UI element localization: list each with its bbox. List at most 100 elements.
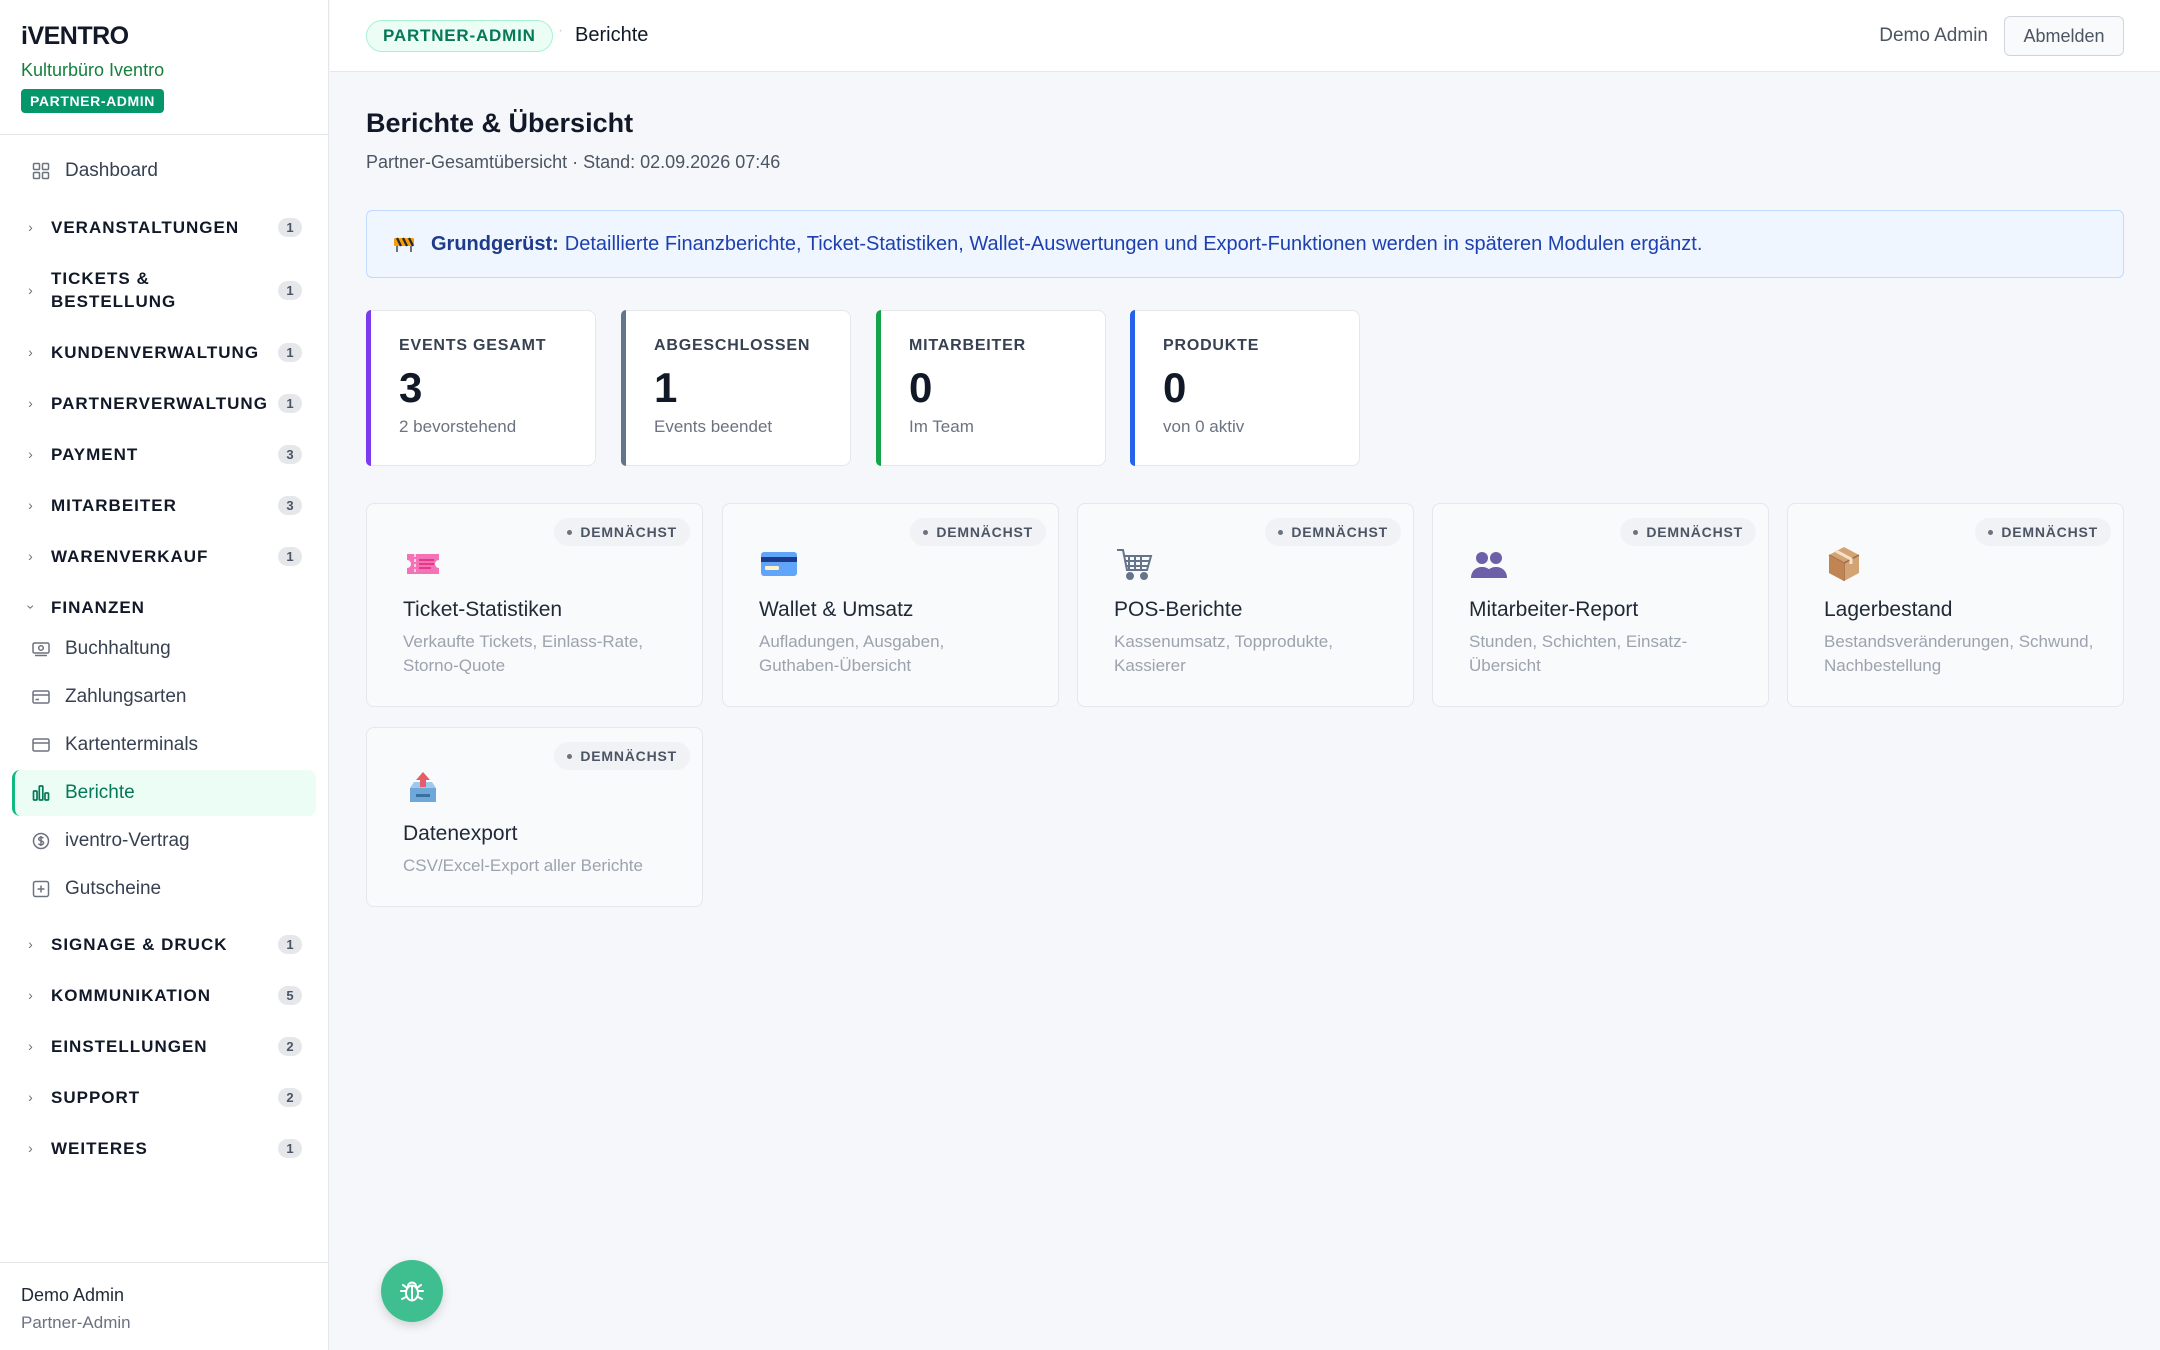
credit-card-icon: [759, 544, 799, 584]
chevron-right-icon: ›: [28, 281, 34, 298]
shopping-cart-icon: [1114, 544, 1154, 584]
report-title: Datenexport: [403, 822, 518, 845]
sidebar-item-dashboard[interactable]: Dashboard: [12, 148, 316, 194]
top-bar: PARTNER-ADMIN · Berichte Demo Admin Abme…: [330, 0, 2160, 72]
package-icon: [1824, 544, 1864, 584]
count-badge: 1: [278, 394, 302, 413]
count-badge: 2: [278, 1037, 302, 1056]
bug-report-button[interactable]: [381, 1260, 443, 1322]
report-card-wallet-revenue[interactable]: DEMNÄCHST Wallet & Umsatz Aufladungen, A…: [722, 503, 1059, 707]
sidebar-item-buchhaltung[interactable]: Buchhaltung: [12, 626, 316, 672]
count-badge: 1: [278, 547, 302, 566]
sidebar-section-partnerverwaltung[interactable]: › PARTNERVERWALTUNG 1: [24, 392, 304, 415]
sidebar-item-label: Dashboard: [65, 160, 158, 181]
sidebar-section-tickets-bestellung[interactable]: › TICKETS & BESTELLUNG 1: [24, 267, 304, 313]
sidebar-section-mitarbeiter[interactable]: › MITARBEITER 3: [24, 494, 304, 517]
ticket-icon: [403, 544, 443, 584]
page-subtitle: Partner-Gesamtübersicht · Stand: 02.09.2…: [366, 152, 781, 172]
report-card-staff-report[interactable]: DEMNÄCHST Mitarbeiter-Report Stunden, Sc…: [1432, 503, 1769, 707]
role-badge: PARTNER-ADMIN: [21, 89, 164, 113]
sidebar-item-label: iventro-Vertrag: [65, 830, 190, 851]
count-badge: 1: [278, 343, 302, 362]
sidebar-section-einstellungen[interactable]: › EINSTELLUNGEN 2: [24, 1035, 304, 1058]
sidebar-section-payment[interactable]: › PAYMENT 3: [24, 443, 304, 466]
sidebar-item-zahlungsarten[interactable]: Zahlungsarten: [12, 674, 316, 720]
sidebar-section-veranstaltungen[interactable]: › VERANSTALTUNGEN 1: [24, 216, 304, 239]
sidebar-section-support[interactable]: › SUPPORT 2: [24, 1086, 304, 1109]
sidebar-section-weiteres[interactable]: › WEITERES 1: [24, 1137, 304, 1160]
sidebar-item-gutscheine[interactable]: Gutscheine: [12, 866, 316, 912]
report-description: Kassenumsatz, Topprodukte, Kassierer: [1114, 632, 1333, 675]
count-badge: 1: [278, 280, 302, 300]
page-title: Berichte & Übersicht: [366, 108, 634, 138]
info-notice: Grundgerüst: Detaillierte Finanzberichte…: [366, 210, 2124, 278]
sidebar-footer: Demo Admin Partner-Admin: [0, 1262, 329, 1350]
report-card-data-export[interactable]: DEMNÄCHST Datenexport CSV/Excel-Export a…: [366, 727, 703, 907]
count-badge: 2: [278, 1088, 302, 1107]
stat-value: 0: [909, 364, 933, 411]
outbox-tray-icon: [403, 768, 443, 808]
stat-card-events-total: EVENTS GESAMT 3 2 bevorstehend: [366, 310, 596, 466]
dashboard-grid-icon: [31, 161, 51, 181]
count-badge: 1: [278, 218, 302, 237]
stat-card-completed: ABGESCHLOSSEN 1 Events beendet: [621, 310, 851, 466]
sidebar-item-berichte[interactable]: Berichte: [12, 770, 316, 816]
count-badge: 5: [278, 986, 302, 1005]
report-title: Wallet & Umsatz: [759, 598, 914, 621]
coming-soon-badge: DEMNÄCHST: [1620, 518, 1756, 546]
construction-icon: [393, 235, 415, 253]
breadcrumb-current: Berichte: [575, 24, 649, 46]
breadcrumb-separator: ·: [558, 22, 564, 39]
stat-value: 0: [1163, 364, 1187, 411]
report-description: CSV/Excel-Export aller Berichte: [403, 856, 643, 875]
report-card-pos-reports[interactable]: DEMNÄCHST POS-Berichte Kassenumsatz, Top…: [1077, 503, 1414, 707]
dollar-icon: [31, 831, 51, 851]
sidebar-item-iventro-vertrag[interactable]: iventro-Vertrag: [12, 818, 316, 864]
coming-soon-badge: DEMNÄCHST: [1975, 518, 2111, 546]
chevron-right-icon: ›: [28, 446, 34, 462]
report-card-inventory[interactable]: DEMNÄCHST Lagerbestand Bestandsveränderu…: [1787, 503, 2124, 707]
sidebar-item-kartenterminals[interactable]: Kartenterminals: [12, 722, 316, 768]
sidebar-section-warenverkauf[interactable]: › WARENVERKAUF 1: [24, 545, 304, 568]
organization-name: Kulturbüro Iventro: [21, 60, 165, 80]
count-badge: 1: [278, 1139, 302, 1158]
chevron-right-icon: ›: [28, 344, 34, 360]
footer-user-role: Partner-Admin: [21, 1313, 131, 1332]
sidebar-item-label: Gutscheine: [65, 878, 162, 899]
report-title: Ticket-Statistiken: [403, 598, 563, 621]
report-title: Mitarbeiter-Report: [1469, 598, 1639, 621]
stat-card-products: PRODUKTE 0 von 0 aktiv: [1130, 310, 1360, 466]
sidebar-section-kundenverwaltung[interactable]: › KUNDENVERWALTUNG 1: [24, 341, 304, 364]
chevron-right-icon: ›: [28, 987, 34, 1003]
report-description: Verkaufte Tickets, Einlass-Rate, Storno-…: [403, 632, 643, 675]
voucher-icon: [31, 879, 51, 899]
report-card-ticket-statistics[interactable]: DEMNÄCHST Ticket-Statistiken Verkaufte T…: [366, 503, 703, 707]
logout-button[interactable]: Abmelden: [2004, 16, 2124, 56]
chevron-right-icon: ›: [28, 1089, 34, 1105]
report-title: POS-Berichte: [1114, 598, 1243, 621]
current-user-name: Demo Admin: [1879, 25, 1988, 46]
brand-logo[interactable]: iVENTRO: [21, 22, 164, 51]
sidebar-section-signage-druck[interactable]: › SIGNAGE & DRUCK 1: [24, 933, 304, 956]
chevron-down-icon: ›: [23, 604, 40, 611]
sidebar: iVENTRO Kulturbüro Iventro PARTNER-ADMIN…: [0, 0, 329, 1350]
cash-icon: [31, 639, 51, 659]
sidebar-section-finanzen[interactable]: › FINANZEN: [24, 596, 304, 619]
chevron-right-icon: ›: [28, 497, 34, 513]
chevron-right-icon: ›: [28, 936, 34, 952]
bug-icon: [398, 1277, 426, 1305]
count-badge: 1: [278, 935, 302, 954]
role-pill: PARTNER-ADMIN: [366, 20, 553, 52]
stat-card-staff: MITARBEITER 0 Im Team: [876, 310, 1106, 466]
chevron-right-icon: ›: [28, 1038, 34, 1054]
report-description: Bestandsveränderungen, Schwund, Nachbest…: [1824, 632, 2094, 675]
count-badge: 3: [278, 445, 302, 464]
chart-icon: [31, 783, 51, 803]
sidebar-item-label: Buchhaltung: [65, 638, 171, 659]
coming-soon-badge: DEMNÄCHST: [1265, 518, 1401, 546]
sidebar-item-label: Zahlungsarten: [65, 686, 187, 707]
people-icon: [1469, 544, 1509, 584]
sidebar-section-kommunikation[interactable]: › KOMMUNIKATION 5: [24, 984, 304, 1007]
brand: iVENTRO Kulturbüro Iventro PARTNER-ADMIN: [21, 22, 164, 113]
chevron-right-icon: ›: [28, 219, 34, 235]
